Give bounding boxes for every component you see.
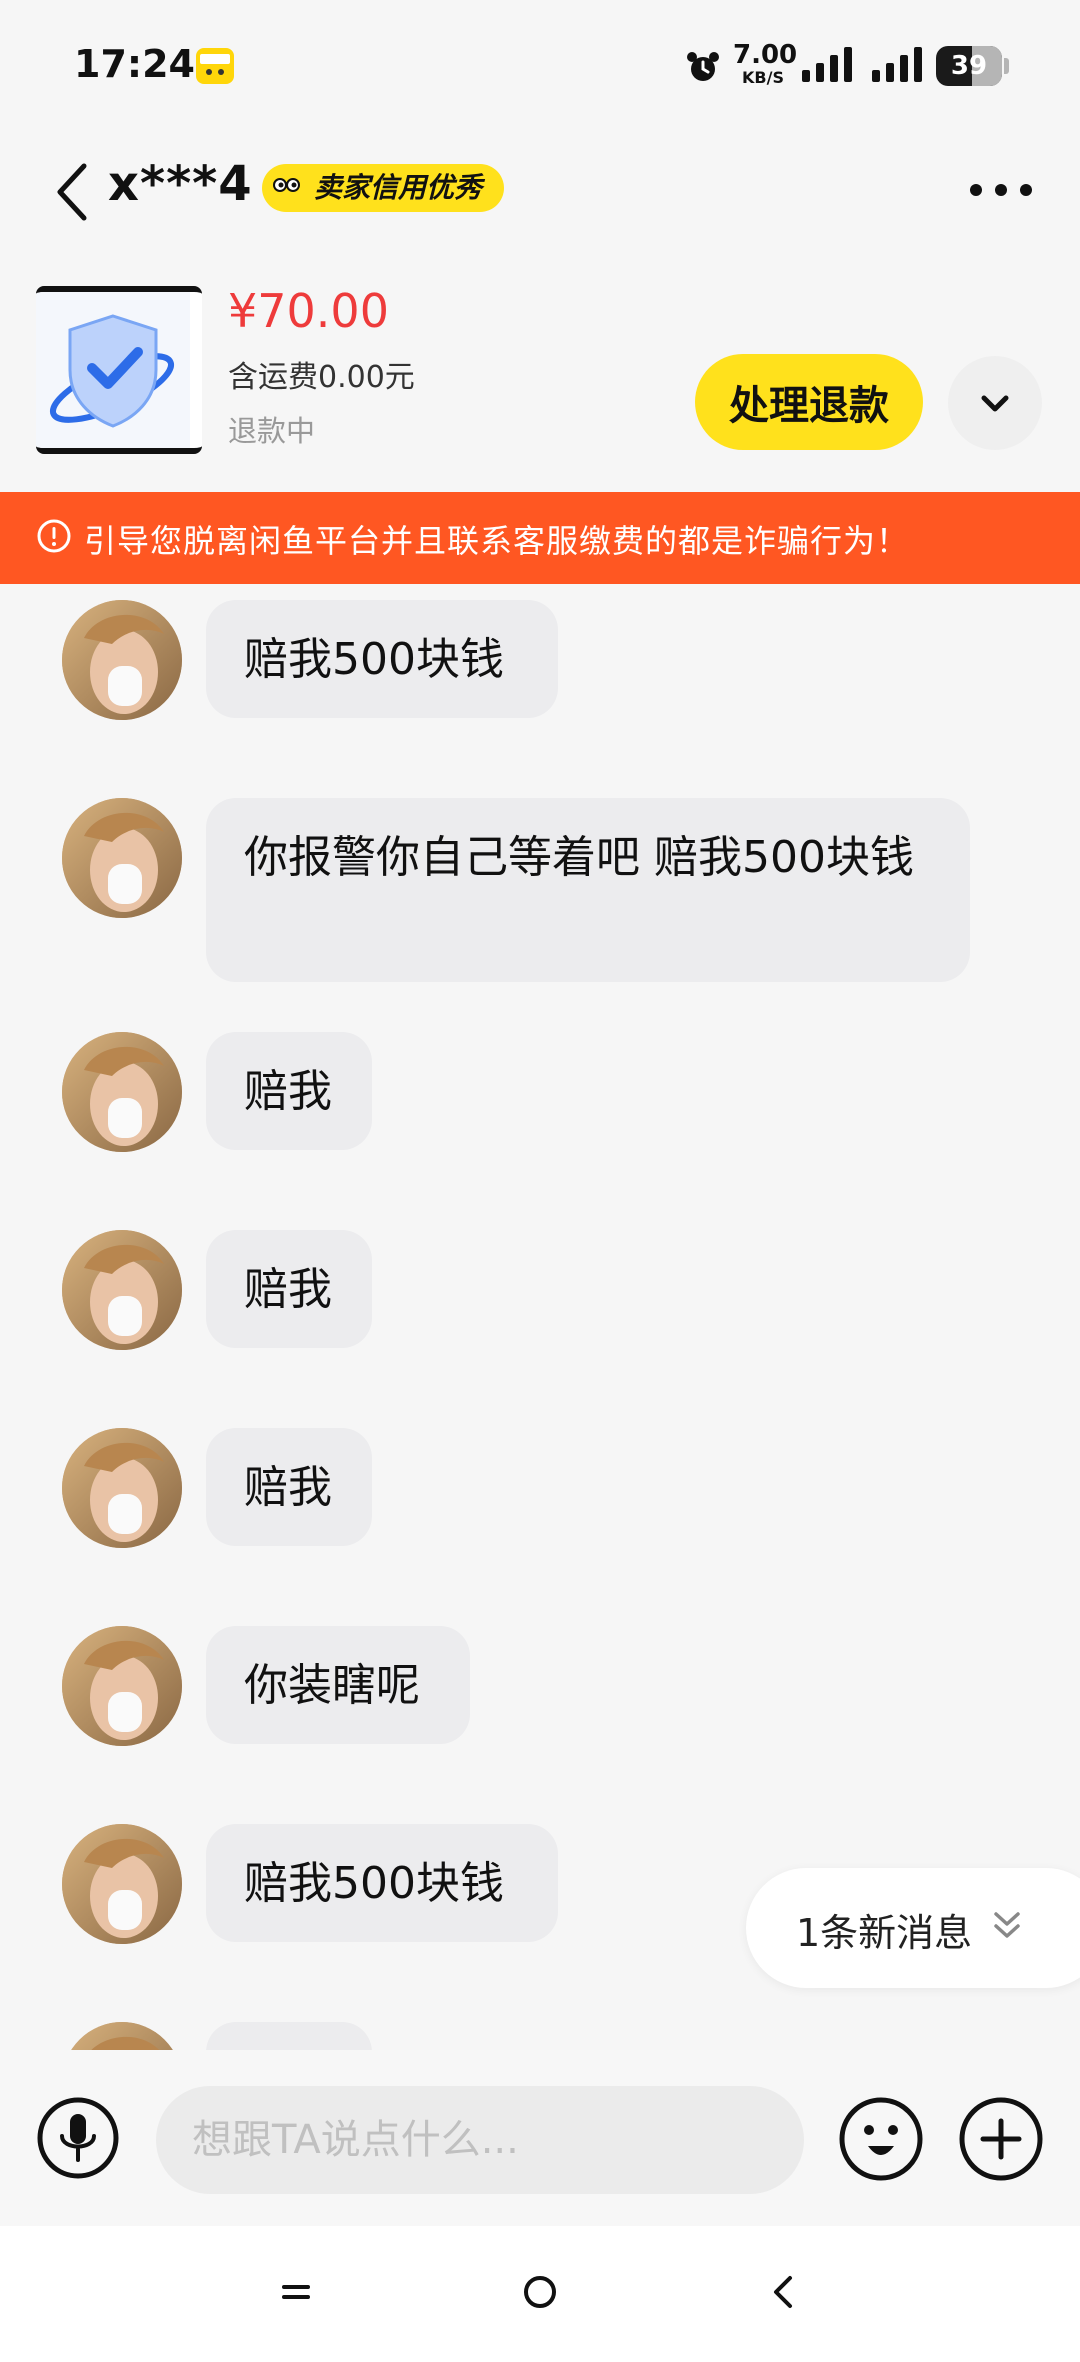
process-refund-button[interactable]: 处理退款 — [695, 354, 923, 450]
app-notification-icon — [196, 48, 234, 84]
message-bubble[interactable]: 赔我 — [206, 1230, 372, 1348]
message-bubble[interactable]: 你装瞎呢 — [206, 1626, 470, 1744]
product-thumbnail[interactable] — [36, 286, 202, 454]
chat-header: x***4 卖家信用优秀 — [0, 140, 1080, 240]
network-speed: 7.00 KB/S — [733, 40, 798, 87]
seller-credit-badge[interactable]: 卖家信用优秀 — [262, 164, 505, 212]
user-photo-icon — [62, 1032, 182, 1152]
message-bubble[interactable]: 赔我500块钱 — [206, 1824, 558, 1942]
user-photo-icon — [62, 1230, 182, 1350]
status-time: 17:24 — [74, 42, 195, 86]
user-photo-icon — [62, 1824, 182, 1944]
avatar[interactable] — [62, 1032, 182, 1152]
shipping-fee: 含运费0.00元 — [228, 360, 415, 395]
message-bubble[interactable]: 赔我 — [206, 1032, 372, 1150]
avatar[interactable] — [62, 2022, 182, 2050]
back-icon[interactable] — [754, 2262, 814, 2322]
message-bubble[interactable]: 赔我 — [206, 1428, 372, 1546]
battery-level: 39 — [950, 51, 988, 81]
emoji-icon[interactable] — [838, 2096, 924, 2182]
fish-mascot-icon — [270, 178, 304, 204]
avatar[interactable] — [62, 1626, 182, 1746]
avatar[interactable] — [62, 1824, 182, 1944]
chevron-left-icon[interactable] — [52, 160, 92, 224]
network-speed-value: 7.00 — [733, 40, 798, 70]
chevron-down-icon — [981, 395, 1009, 412]
user-photo-icon — [62, 2022, 182, 2050]
microphone-icon[interactable] — [36, 2096, 120, 2180]
product-card[interactable]: ¥70.00 含运费0.00元 退款中 处理退款 — [0, 280, 1080, 460]
message-bubble[interactable]: 赔我500块钱 — [206, 600, 558, 718]
system-navigation-bar — [0, 2226, 1080, 2362]
status-bar: 17:24 7.00 KB/S 39 — [0, 0, 1080, 130]
avatar[interactable] — [62, 600, 182, 720]
message-list[interactable]: 赔我500块钱 你报警你自己等着吧 赔我500块钱 赔我 赔我 赔我 你装瞎呢 … — [0, 584, 1080, 2050]
alert-circle-icon — [37, 519, 71, 553]
seller-credit-label: 卖家信用优秀 — [314, 171, 483, 204]
shield-check-icon — [36, 292, 190, 448]
user-photo-icon — [62, 1626, 182, 1746]
battery-tip — [1004, 58, 1009, 74]
new-message-pill[interactable]: 1条新消息 — [746, 1868, 1080, 1988]
fraud-warning-text: 引导您脱离闲鱼平台并且联系客服缴费的都是诈骗行为！ — [84, 522, 910, 560]
plus-icon[interactable] — [958, 2096, 1044, 2182]
message-bubble[interactable] — [206, 2022, 372, 2050]
avatar[interactable] — [62, 798, 182, 918]
alarm-icon — [687, 52, 719, 81]
order-status: 退款中 — [228, 414, 316, 448]
fraud-warning-banner: 引导您脱离闲鱼平台并且联系客服缴费的都是诈骗行为！ — [0, 492, 1080, 584]
home-icon[interactable] — [510, 2262, 570, 2322]
user-photo-icon — [62, 600, 182, 720]
more-horizontal-icon[interactable] — [966, 180, 1036, 200]
user-photo-icon — [62, 798, 182, 918]
avatar[interactable] — [62, 1230, 182, 1350]
menu-icon[interactable] — [266, 2262, 326, 2322]
network-speed-unit: KB/S — [742, 68, 784, 87]
signal-icon — [802, 47, 852, 82]
expand-button[interactable] — [948, 356, 1042, 450]
battery-icon: 39 — [936, 46, 1002, 86]
user-photo-icon — [62, 1428, 182, 1548]
avatar[interactable] — [62, 1428, 182, 1548]
message-bubble[interactable]: 你报警你自己等着吧 赔我500块钱 — [206, 798, 970, 982]
chevrons-down-icon — [994, 1912, 1020, 1938]
message-input[interactable] — [156, 2086, 804, 2194]
product-price: ¥70.00 — [228, 284, 389, 338]
message-input-bar — [0, 2050, 1080, 2226]
contact-name[interactable]: x***4 — [108, 156, 253, 212]
new-message-label: 1条新消息 — [796, 1911, 973, 1955]
signal-icon — [872, 47, 922, 82]
